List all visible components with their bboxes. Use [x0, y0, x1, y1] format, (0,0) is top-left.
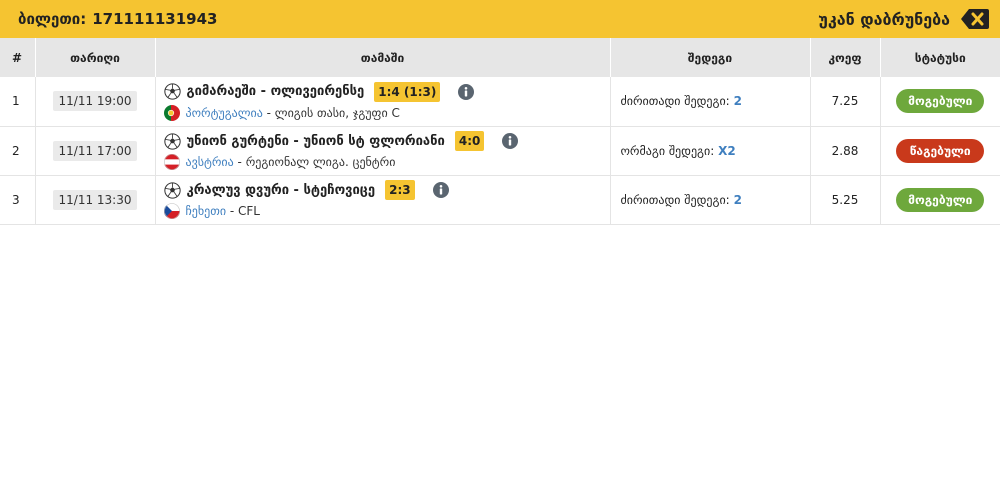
date-cell: 11/11 13:30: [35, 175, 156, 224]
bet-cell: ძირითადი შედეგი: 2: [610, 175, 811, 224]
col-header-coef: კოეფ: [810, 38, 881, 77]
backspace-icon: [961, 9, 989, 29]
match-teams: გიმარაეში - ოლივეირენსე: [186, 84, 365, 100]
col-header-date: თარიღი: [35, 38, 156, 77]
date-chip: 11/11 17:00: [52, 140, 138, 161]
score-badge: 4:0: [454, 131, 485, 151]
bet-value: X2: [718, 143, 736, 158]
status-cell: მოგებული: [880, 77, 1000, 126]
table-row: 3 11/11 13:30 კრალუვ დვური - სტეჩოვიცე 2…: [0, 175, 1000, 224]
ticket-id: ბილეთი: 171111131943: [18, 10, 217, 28]
ticket-number: 171111131943: [92, 10, 218, 28]
league-name: - CFL: [226, 204, 260, 218]
match-teams: კრალუვ დვური - სტეჩოვიცე: [186, 182, 376, 198]
league-name: - რეგიონალ ლიგა. ცენტრი: [233, 155, 396, 169]
bet-label: ძირითადი შედეგი:: [620, 94, 730, 109]
game-cell: გიმარაეში - ოლივეირენსე 1:4 (1:3) პორტუგ…: [155, 77, 611, 126]
status-cell: მოგებული: [880, 175, 1000, 224]
bet-label: ორმაგი შედეგი:: [620, 143, 715, 158]
coef-value: 5.25: [810, 175, 881, 224]
info-icon[interactable]: [432, 182, 449, 198]
game-cell: კრალუვ დვური - სტეჩოვიცე 2:3 ჩეხეთი - CF…: [155, 175, 611, 224]
league-text: ჩეხეთი - CFL: [186, 204, 260, 218]
date-chip: 11/11 19:00: [52, 91, 138, 112]
coef-value: 2.88: [810, 126, 881, 175]
bet-label: ძირითადი შედეგი:: [620, 192, 730, 207]
austria-flag-icon: [163, 154, 180, 170]
bet-value: 2: [733, 94, 742, 109]
league-name: - ლიგის თასი, ჯგუფი C: [262, 105, 400, 120]
league-text: პორტუგალია - ლიგის თასი, ჯგუფი C: [186, 106, 400, 120]
table-row: 1 11/11 19:00 გიმარაეში - ოლივეირენსე 1:…: [0, 77, 1000, 126]
col-header-num: #: [0, 38, 36, 77]
status-cell: წაგებული: [880, 126, 1000, 175]
czech-flag-icon: [163, 203, 180, 219]
back-label: უკან დაბრუნება: [818, 9, 950, 29]
date-cell: 11/11 17:00: [35, 126, 156, 175]
col-header-status: სტატუსი: [914, 50, 966, 65]
status-badge: წაგებული: [896, 138, 985, 163]
soccer-ball-icon: [163, 132, 181, 150]
date-cell: 11/11 19:00: [35, 77, 156, 126]
score-badge: 2:3: [385, 180, 415, 200]
soccer-ball-icon: [163, 181, 181, 199]
portugal-flag-icon: [163, 104, 180, 121]
date-chip: 11/11 13:30: [52, 189, 138, 210]
row-number: 2: [0, 126, 36, 175]
row-number: 1: [0, 77, 36, 126]
bet-value: 2: [733, 192, 742, 207]
soccer-ball-icon: [163, 83, 181, 100]
col-header-result: შედეგი: [610, 38, 811, 77]
status-badge: მოგებული: [896, 89, 985, 114]
country-link[interactable]: ავსტრია: [186, 155, 234, 169]
country-link[interactable]: პორტუგალია: [186, 106, 263, 120]
country-link[interactable]: ჩეხეთი: [186, 204, 227, 218]
table-header-row: # თარიღი თამაში შედეგი კოეფ სტატუსი: [0, 38, 1000, 77]
info-icon[interactable]: [502, 133, 519, 149]
back-button[interactable]: უკან დაბრუნება: [818, 8, 990, 30]
bet-cell: ორმაგი შედეგი: X2: [610, 126, 811, 175]
game-cell: უნიონ გურტენი - უნიონ სტ ფლორიანი 4:0 ავ…: [155, 126, 611, 175]
table-row: 2 11/11 17:00 უნიონ გურტენი - უნიონ სტ ფ…: [0, 126, 1000, 175]
coef-value: 7.25: [810, 77, 881, 126]
score-badge: 1:4 (1:3): [374, 81, 441, 102]
bets-table: # თარიღი თამაში შედეგი კოეფ სტატუსი 1 11…: [0, 38, 1000, 225]
status-badge: მოგებული: [896, 187, 985, 212]
bet-cell: ძირითადი შედეგი: 2: [610, 77, 811, 126]
ticket-label: ბილეთი:: [18, 10, 87, 28]
match-teams: უნიონ გურტენი - უნიონ სტ ფლორიანი: [186, 133, 445, 149]
row-number: 3: [0, 175, 36, 224]
top-bar: ბილეთი: 171111131943 უკან დაბრუნება: [0, 0, 1000, 38]
league-text: ავსტრია - რეგიონალ ლიგა. ცენტრი: [186, 155, 396, 169]
col-header-game: თამაში: [155, 38, 611, 77]
info-icon[interactable]: [458, 83, 475, 100]
